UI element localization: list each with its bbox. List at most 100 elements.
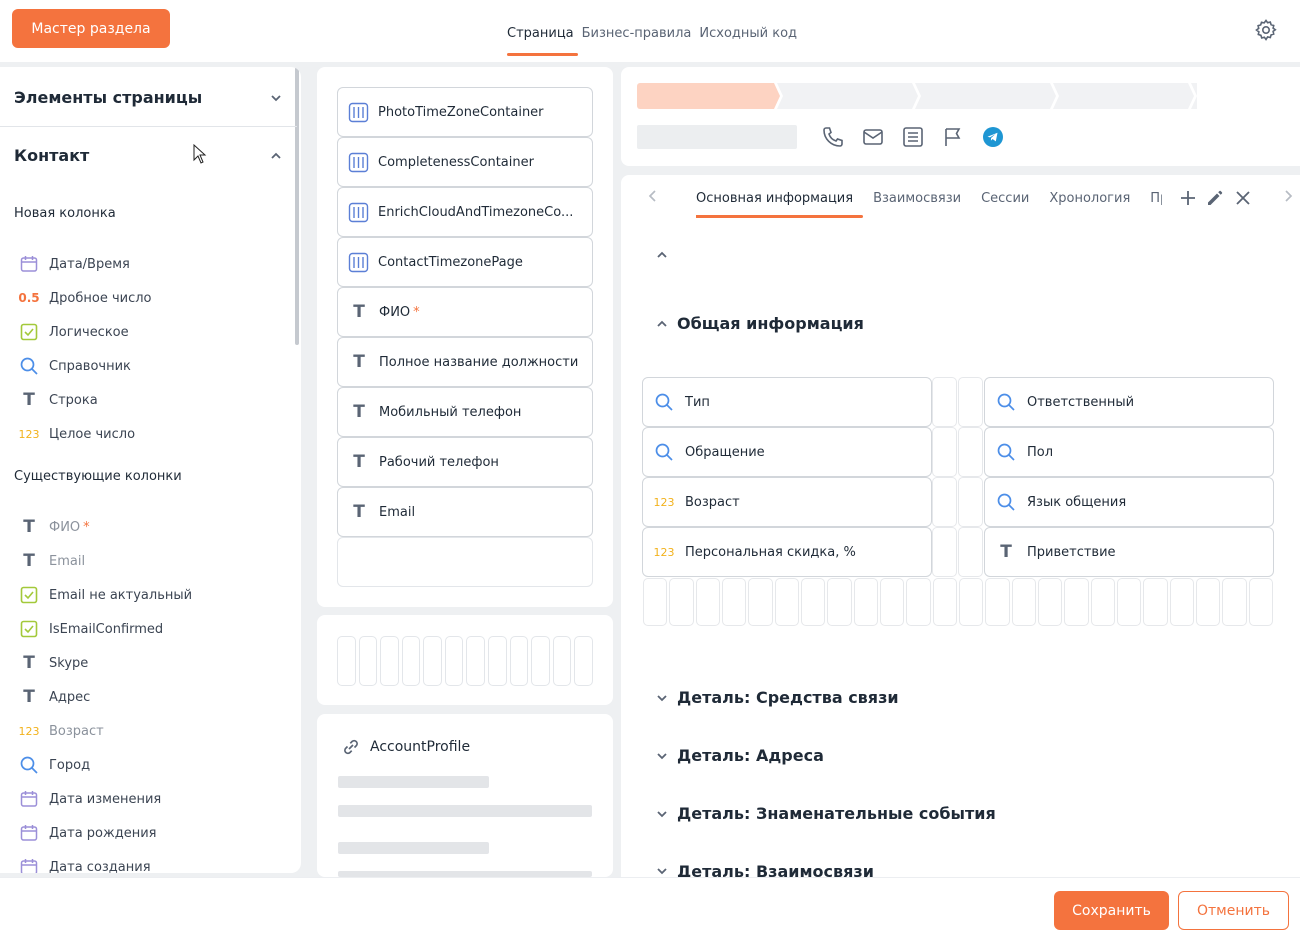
column-item-email-not-actual[interactable]: Email не актуальный bbox=[18, 584, 192, 606]
chevron-down-icon bbox=[657, 694, 667, 701]
column-item-lookup[interactable]: Справочник bbox=[18, 355, 131, 377]
container-icon bbox=[348, 252, 369, 272]
element-item-work-phone[interactable]: T Рабочий телефон bbox=[337, 437, 593, 487]
element-item-enrich-cloud[interactable]: EnrichCloudAndTimezoneCo... bbox=[337, 187, 593, 237]
element-label: Рабочий телефон bbox=[379, 454, 499, 470]
gear-icon[interactable] bbox=[1254, 18, 1278, 42]
column-item-boolean[interactable]: Логическое bbox=[18, 321, 129, 343]
note-icon[interactable] bbox=[901, 125, 925, 149]
pencil-icon[interactable] bbox=[1206, 189, 1224, 207]
flag-icon[interactable] bbox=[941, 125, 965, 149]
element-item-completeness[interactable]: CompletenessContainer bbox=[337, 137, 593, 187]
chevron-right-icon[interactable] bbox=[1282, 189, 1294, 203]
element-item-email[interactable]: T Email bbox=[337, 487, 593, 537]
column-item-address[interactable]: T Адрес bbox=[18, 686, 90, 708]
close-icon[interactable] bbox=[1234, 189, 1252, 207]
grid-cell[interactable] bbox=[958, 377, 983, 427]
section-title: Деталь: Адреса bbox=[677, 746, 824, 765]
chevron-left-icon[interactable] bbox=[647, 189, 659, 203]
element-label: CompletenessContainer bbox=[378, 154, 534, 170]
field-personal-discount[interactable]: 123 Персональная скидка, % bbox=[642, 527, 932, 577]
column-item-created-on[interactable]: Дата создания bbox=[18, 856, 151, 873]
column-item-string[interactable]: T Строка bbox=[18, 389, 98, 411]
element-item-mobile-phone[interactable]: T Мобильный телефон bbox=[337, 387, 593, 437]
email-icon[interactable] bbox=[861, 125, 885, 149]
element-label: Email bbox=[379, 504, 416, 520]
detail-addresses[interactable]: Деталь: Адреса bbox=[656, 746, 824, 765]
section-wizard-button[interactable]: Мастер раздела bbox=[12, 9, 170, 48]
cancel-button[interactable]: Отменить bbox=[1178, 891, 1289, 930]
grid-cell[interactable] bbox=[958, 527, 983, 577]
grid-cell[interactable] bbox=[958, 427, 983, 477]
column-item-fio[interactable]: T ФИО * bbox=[18, 516, 89, 538]
grid-cell[interactable] bbox=[932, 377, 957, 427]
container-icon bbox=[348, 102, 369, 122]
text-icon: T bbox=[23, 687, 35, 707]
column-item-city[interactable]: Город bbox=[18, 754, 90, 776]
telegram-icon[interactable] bbox=[981, 125, 1005, 149]
top-bar: Мастер раздела Страница Бизнес-правила И… bbox=[0, 0, 1300, 62]
tab-cut[interactable]: Прие bbox=[1150, 191, 1162, 218]
column-item-isemailconfirmed[interactable]: IsEmailConfirmed bbox=[18, 618, 163, 640]
object-title[interactable]: Контакт bbox=[14, 146, 89, 165]
field-owner[interactable]: Ответственный bbox=[984, 377, 1274, 427]
field-gender[interactable]: Пол bbox=[984, 427, 1274, 477]
column-label: Дата рождения bbox=[49, 825, 157, 841]
field-label: Обращение bbox=[685, 444, 765, 460]
element-label: Мобильный телефон bbox=[379, 404, 522, 420]
element-item-fio[interactable]: T ФИО * bbox=[337, 287, 593, 337]
stage-progress-bar[interactable] bbox=[637, 83, 1197, 109]
tab-main-info[interactable]: Основная информация bbox=[696, 191, 864, 218]
column-item-decimal[interactable]: 0.5 Дробное число bbox=[18, 287, 151, 309]
column-item-integer[interactable]: 123 Целое число bbox=[18, 423, 136, 445]
drop-placeholder[interactable] bbox=[337, 537, 593, 587]
tab-source-code[interactable]: Исходный код bbox=[695, 26, 801, 56]
calendar-icon bbox=[18, 822, 40, 844]
tab-business-rules[interactable]: Бизнес-правила bbox=[578, 26, 696, 56]
grid-cell[interactable] bbox=[958, 477, 983, 527]
field-age[interactable]: 123 Возраст bbox=[642, 477, 932, 527]
plus-icon[interactable] bbox=[1179, 189, 1197, 207]
detail-communications[interactable]: Деталь: Средства связи bbox=[656, 688, 899, 707]
detail-relationships[interactable]: Деталь: Взаимосвязи bbox=[656, 862, 874, 877]
section-general-info[interactable]: Общая информация bbox=[656, 314, 864, 333]
checkbox-icon bbox=[18, 618, 40, 640]
column-label: Skype bbox=[49, 655, 89, 671]
text-icon: T bbox=[353, 502, 365, 522]
phone-icon[interactable] bbox=[821, 125, 845, 149]
page-elements-title[interactable]: Элементы страницы bbox=[14, 88, 202, 107]
chevron-up-icon[interactable] bbox=[270, 150, 282, 162]
column-item-age[interactable]: 123 Возраст bbox=[18, 720, 104, 742]
calendar-icon bbox=[18, 788, 40, 810]
chevron-up-icon[interactable] bbox=[656, 249, 668, 261]
chevron-down-icon[interactable] bbox=[270, 92, 282, 104]
grid-cell[interactable] bbox=[932, 427, 957, 477]
lookup-icon bbox=[653, 391, 675, 413]
account-profile-title[interactable]: AccountProfile bbox=[340, 736, 470, 758]
column-item-email[interactable]: T Email bbox=[18, 550, 85, 572]
column-item-datetime[interactable]: Дата/Время bbox=[18, 253, 130, 275]
field-greeting[interactable]: T Приветствие bbox=[984, 527, 1274, 577]
detail-anniversaries[interactable]: Деталь: Знаменательные события bbox=[656, 804, 996, 823]
tab-sessions[interactable]: Сессии bbox=[981, 191, 1029, 218]
scrollbar[interactable] bbox=[295, 67, 299, 345]
tab-timeline[interactable]: Хронология bbox=[1049, 191, 1130, 218]
field-salutation[interactable]: Обращение bbox=[642, 427, 932, 477]
column-item-birth-date[interactable]: Дата рождения bbox=[18, 822, 156, 844]
save-button[interactable]: Сохранить bbox=[1054, 891, 1169, 930]
empty-grid-row[interactable] bbox=[643, 578, 1273, 626]
element-item-contact-timezone[interactable]: ContactTimezonePage bbox=[337, 237, 593, 287]
empty-container-grid[interactable] bbox=[337, 636, 593, 686]
column-item-skype[interactable]: T Skype bbox=[18, 652, 88, 674]
grid-cell[interactable] bbox=[932, 477, 957, 527]
field-type[interactable]: Тип bbox=[642, 377, 932, 427]
tab-relationships[interactable]: Взаимосвязи bbox=[873, 191, 961, 218]
element-item-job-title[interactable]: T Полное название должности bbox=[337, 337, 593, 387]
element-item-photo-timezone[interactable]: PhotoTimeZoneContainer bbox=[337, 87, 593, 137]
lookup-icon bbox=[653, 441, 675, 463]
grid-cell[interactable] bbox=[932, 527, 957, 577]
tab-page[interactable]: Страница bbox=[503, 26, 578, 56]
field-language[interactable]: Язык общения bbox=[984, 477, 1274, 527]
column-item-modified-on[interactable]: Дата изменения bbox=[18, 788, 161, 810]
section-title: Деталь: Взаимосвязи bbox=[677, 862, 874, 877]
